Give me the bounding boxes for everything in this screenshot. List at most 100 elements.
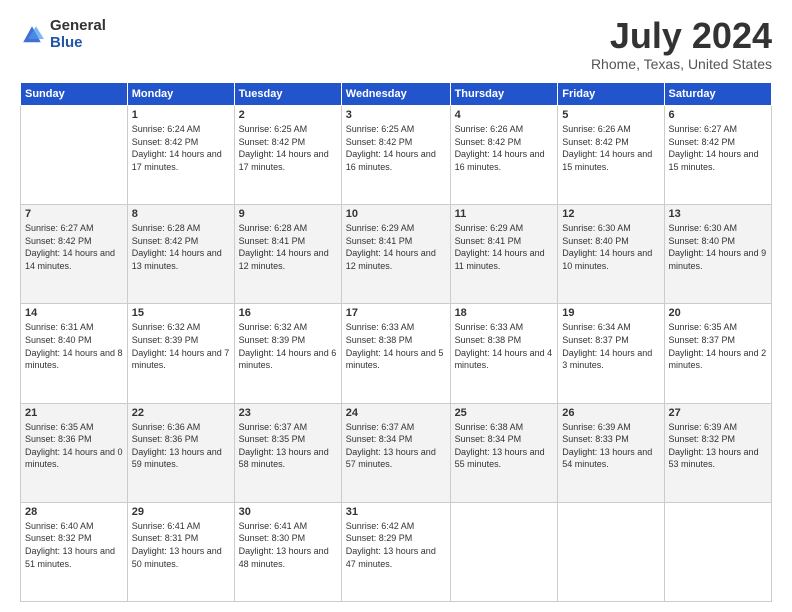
header-day-tuesday: Tuesday <box>234 83 341 106</box>
day-number: 4 <box>455 109 554 121</box>
day-cell: 30 Sunrise: 6:41 AM Sunset: 8:30 PM Dayli… <box>234 502 341 601</box>
day-cell: 16 Sunrise: 6:32 AM Sunset: 8:39 PM Dayli… <box>234 304 341 403</box>
header-day-thursday: Thursday <box>450 83 558 106</box>
logo: General Blue <box>20 18 106 51</box>
day-info: Sunrise: 6:32 AM Sunset: 8:39 PM Dayligh… <box>132 321 230 371</box>
day-number: 21 <box>25 407 123 419</box>
day-info: Sunrise: 6:41 AM Sunset: 8:30 PM Dayligh… <box>239 520 337 570</box>
calendar-table: SundayMondayTuesdayWednesdayThursdayFrid… <box>20 82 772 602</box>
day-number: 10 <box>346 208 446 220</box>
day-cell <box>664 502 771 601</box>
day-number: 5 <box>562 109 659 121</box>
day-info: Sunrise: 6:30 AM Sunset: 8:40 PM Dayligh… <box>562 222 659 272</box>
week-row-1: 1 Sunrise: 6:24 AM Sunset: 8:42 PM Daylig… <box>21 106 772 205</box>
day-cell: 9 Sunrise: 6:28 AM Sunset: 8:41 PM Daylig… <box>234 205 341 304</box>
day-cell: 3Sunrise: 6:25 AM Sunset: 8:42 PM Daylig… <box>341 106 450 205</box>
day-info: Sunrise: 6:35 AM Sunset: 8:37 PM Dayligh… <box>669 321 767 371</box>
day-cell: 15 Sunrise: 6:32 AM Sunset: 8:39 PM Dayli… <box>127 304 234 403</box>
day-cell: 28 Sunrise: 6:40 AM Sunset: 8:32 PM Dayli… <box>21 502 128 601</box>
day-number: 9 <box>239 208 337 220</box>
day-number: 16 <box>239 307 337 319</box>
day-cell: 19 Sunrise: 6:34 AM Sunset: 8:37 PM Dayli… <box>558 304 664 403</box>
day-cell: 29Sunrise: 6:41 AM Sunset: 8:31 PM Dayli… <box>127 502 234 601</box>
day-cell: 18 Sunrise: 6:33 AM Sunset: 8:38 PM Dayli… <box>450 304 558 403</box>
day-cell: 6Sunrise: 6:27 AM Sunset: 8:42 PM Daylig… <box>664 106 771 205</box>
day-number: 20 <box>669 307 767 319</box>
day-info: Sunrise: 6:29 AM Sunset: 8:41 PM Dayligh… <box>346 222 446 272</box>
day-cell: 13Sunrise: 6:30 AM Sunset: 8:40 PM Dayli… <box>664 205 771 304</box>
day-number: 11 <box>455 208 554 220</box>
day-cell: 10 Sunrise: 6:29 AM Sunset: 8:41 PM Dayli… <box>341 205 450 304</box>
day-cell: 27Sunrise: 6:39 AM Sunset: 8:32 PM Dayli… <box>664 403 771 502</box>
day-cell: 8 Sunrise: 6:28 AM Sunset: 8:42 PM Daylig… <box>127 205 234 304</box>
day-cell: 22 Sunrise: 6:36 AM Sunset: 8:36 PM Dayli… <box>127 403 234 502</box>
day-number: 15 <box>132 307 230 319</box>
day-number: 28 <box>25 506 123 518</box>
day-number: 6 <box>669 109 767 121</box>
day-number: 1 <box>132 109 230 121</box>
day-info: Sunrise: 6:35 AM Sunset: 8:36 PM Dayligh… <box>25 421 123 471</box>
calendar-body: 1 Sunrise: 6:24 AM Sunset: 8:42 PM Daylig… <box>21 106 772 602</box>
day-info: Sunrise: 6:30 AM Sunset: 8:40 PM Dayligh… <box>669 222 767 272</box>
day-number: 19 <box>562 307 659 319</box>
day-cell <box>450 502 558 601</box>
page: General Blue July 2024 Rhome, Texas, Uni… <box>0 0 792 612</box>
day-number: 18 <box>455 307 554 319</box>
day-info: Sunrise: 6:28 AM Sunset: 8:41 PM Dayligh… <box>239 222 337 272</box>
day-cell: 21 Sunrise: 6:35 AM Sunset: 8:36 PM Dayli… <box>21 403 128 502</box>
day-info: Sunrise: 6:32 AM Sunset: 8:39 PM Dayligh… <box>239 321 337 371</box>
day-number: 25 <box>455 407 554 419</box>
day-info: Sunrise: 6:26 AM Sunset: 8:42 PM Dayligh… <box>562 123 659 173</box>
day-info: Sunrise: 6:39 AM Sunset: 8:32 PM Dayligh… <box>669 421 767 471</box>
day-info: Sunrise: 6:28 AM Sunset: 8:42 PM Dayligh… <box>132 222 230 272</box>
day-cell: 25 Sunrise: 6:38 AM Sunset: 8:34 PM Dayli… <box>450 403 558 502</box>
day-info: Sunrise: 6:39 AM Sunset: 8:33 PM Dayligh… <box>562 421 659 471</box>
day-info: Sunrise: 6:29 AM Sunset: 8:41 PM Dayligh… <box>455 222 554 272</box>
title-area: July 2024 Rhome, Texas, United States <box>591 18 772 72</box>
header-day-wednesday: Wednesday <box>341 83 450 106</box>
day-info: Sunrise: 6:41 AM Sunset: 8:31 PM Dayligh… <box>132 520 230 570</box>
day-info: Sunrise: 6:42 AM Sunset: 8:29 PM Dayligh… <box>346 520 446 570</box>
week-row-3: 14 Sunrise: 6:31 AM Sunset: 8:40 PM Dayli… <box>21 304 772 403</box>
day-number: 8 <box>132 208 230 220</box>
day-info: Sunrise: 6:34 AM Sunset: 8:37 PM Dayligh… <box>562 321 659 371</box>
day-number: 23 <box>239 407 337 419</box>
day-number: 26 <box>562 407 659 419</box>
day-number: 22 <box>132 407 230 419</box>
day-number: 14 <box>25 307 123 319</box>
logo-text: General Blue <box>50 18 106 51</box>
logo-icon <box>20 23 44 47</box>
day-number: 2 <box>239 109 337 121</box>
header-day-sunday: Sunday <box>21 83 128 106</box>
day-cell: 2 Sunrise: 6:25 AM Sunset: 8:42 PM Daylig… <box>234 106 341 205</box>
header-day-monday: Monday <box>127 83 234 106</box>
day-number: 30 <box>239 506 337 518</box>
day-cell: 17 Sunrise: 6:33 AM Sunset: 8:38 PM Dayli… <box>341 304 450 403</box>
day-info: Sunrise: 6:25 AM Sunset: 8:42 PM Dayligh… <box>239 123 337 173</box>
day-info: Sunrise: 6:36 AM Sunset: 8:36 PM Dayligh… <box>132 421 230 471</box>
day-info: Sunrise: 6:40 AM Sunset: 8:32 PM Dayligh… <box>25 520 123 570</box>
day-info: Sunrise: 6:37 AM Sunset: 8:34 PM Dayligh… <box>346 421 446 471</box>
day-info: Sunrise: 6:31 AM Sunset: 8:40 PM Dayligh… <box>25 321 123 371</box>
day-number: 24 <box>346 407 446 419</box>
day-cell: 1 Sunrise: 6:24 AM Sunset: 8:42 PM Daylig… <box>127 106 234 205</box>
day-info: Sunrise: 6:24 AM Sunset: 8:42 PM Dayligh… <box>132 123 230 173</box>
header: General Blue July 2024 Rhome, Texas, Uni… <box>20 18 772 72</box>
day-number: 31 <box>346 506 446 518</box>
day-cell: 23 Sunrise: 6:37 AM Sunset: 8:35 PM Dayli… <box>234 403 341 502</box>
week-row-5: 28 Sunrise: 6:40 AM Sunset: 8:32 PM Dayli… <box>21 502 772 601</box>
day-info: Sunrise: 6:37 AM Sunset: 8:35 PM Dayligh… <box>239 421 337 471</box>
week-row-4: 21 Sunrise: 6:35 AM Sunset: 8:36 PM Dayli… <box>21 403 772 502</box>
day-cell: 7Sunrise: 6:27 AM Sunset: 8:42 PM Daylig… <box>21 205 128 304</box>
month-title: July 2024 <box>591 18 772 54</box>
day-number: 12 <box>562 208 659 220</box>
day-number: 17 <box>346 307 446 319</box>
day-info: Sunrise: 6:33 AM Sunset: 8:38 PM Dayligh… <box>346 321 446 371</box>
day-number: 7 <box>25 208 123 220</box>
day-cell <box>558 502 664 601</box>
header-row: SundayMondayTuesdayWednesdayThursdayFrid… <box>21 83 772 106</box>
day-cell: 12 Sunrise: 6:30 AM Sunset: 8:40 PM Dayli… <box>558 205 664 304</box>
day-cell <box>21 106 128 205</box>
day-info: Sunrise: 6:38 AM Sunset: 8:34 PM Dayligh… <box>455 421 554 471</box>
day-info: Sunrise: 6:33 AM Sunset: 8:38 PM Dayligh… <box>455 321 554 371</box>
